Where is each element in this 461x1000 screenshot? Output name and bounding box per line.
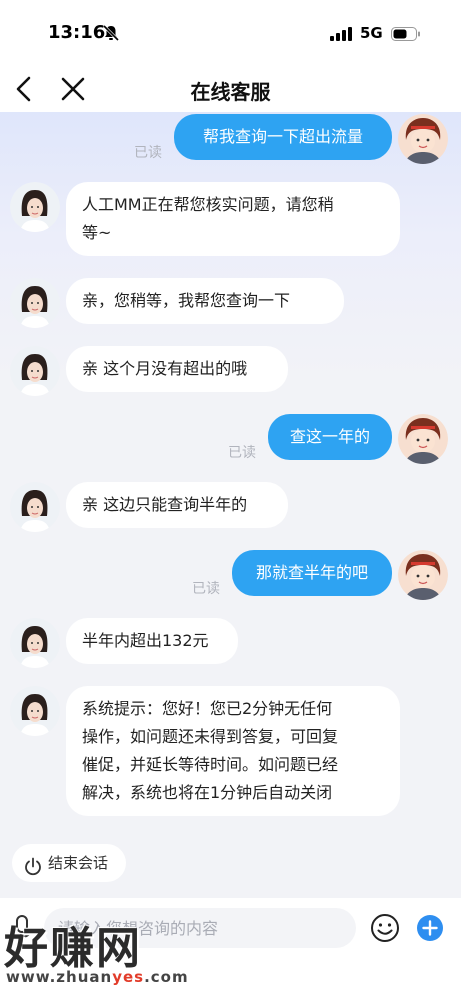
user-avatar[interactable] (398, 550, 448, 600)
plus-icon[interactable] (416, 914, 444, 946)
user-avatar[interactable] (398, 414, 448, 464)
message-line: 人工MM正在帮您核实问题，请您稍 (82, 195, 334, 214)
agent-message[interactable]: 亲，您稍等，我帮您查询一下 (66, 278, 344, 324)
read-receipt: 已读 (192, 581, 220, 597)
message-line: 操作，如问题还未得到答复，可回复 (82, 727, 339, 746)
nav-bar: 在线客服 (0, 66, 461, 112)
user-message[interactable]: 查这一年的 (268, 414, 392, 460)
watermark-logo: 好赚网 www.zhuanyes.com (4, 912, 194, 996)
battery-icon (391, 26, 421, 45)
read-receipt: 已读 (134, 145, 162, 161)
agent-avatar[interactable] (10, 618, 60, 668)
agent-avatar[interactable] (10, 482, 60, 532)
bell-muted-icon (102, 24, 120, 46)
watermark-url-highlight: yes (112, 968, 145, 986)
message-line: 等~ (82, 223, 112, 242)
power-icon (24, 853, 42, 891)
status-time: 13:16 (48, 22, 106, 43)
agent-avatar[interactable] (10, 278, 60, 328)
watermark-url: www.zhuanyes.com (6, 968, 189, 986)
agent-message[interactable]: 人工MM正在帮您核实问题，请您稍 等~ (66, 182, 400, 256)
system-tip-message[interactable]: 系统提示：您好！您已2分钟无任何 操作，如问题还未得到答复，可回复 催促，并延长… (66, 686, 400, 816)
read-receipt: 已读 (228, 445, 256, 461)
agent-message[interactable]: 亲 这个月没有超出的哦 (66, 346, 288, 392)
watermark-url-suffix: .com (144, 968, 189, 986)
user-message[interactable]: 帮我查询一下超出流量 (174, 114, 392, 160)
chat-area[interactable]: 已读 帮我查询一下超出流量 人工MM正在帮您核实问题，请您稍 等~ 亲，您稍等，… (0, 112, 461, 898)
agent-avatar[interactable] (10, 346, 60, 396)
network-type: 5G (360, 24, 383, 42)
agent-avatar[interactable] (10, 686, 60, 736)
message-line: 催促，并延长等待时间。如问题已经 (82, 755, 339, 774)
user-avatar[interactable] (398, 114, 448, 164)
watermark-title: 好赚网 (4, 923, 142, 974)
agent-message[interactable]: 半年内超出132元 (66, 618, 238, 664)
page-title: 在线客服 (190, 80, 271, 104)
end-session-label: 结束会话 (48, 854, 109, 872)
agent-message[interactable]: 亲 这边只能查询半年的 (66, 482, 288, 528)
user-message[interactable]: 那就查半年的吧 (232, 550, 392, 596)
agent-avatar[interactable] (10, 182, 60, 232)
message-line: 解决，系统也将在1分钟后自动关闭 (82, 783, 333, 802)
watermark-url-prefix: www.zhuan (6, 968, 113, 986)
end-session-button[interactable]: 结束会话 (12, 844, 126, 882)
smiley-icon[interactable] (370, 913, 400, 947)
signal-icon (330, 26, 354, 45)
message-line: 系统提示：您好！您已2分钟无任何 (82, 699, 333, 718)
status-bar: 13:16 5G (0, 0, 461, 66)
